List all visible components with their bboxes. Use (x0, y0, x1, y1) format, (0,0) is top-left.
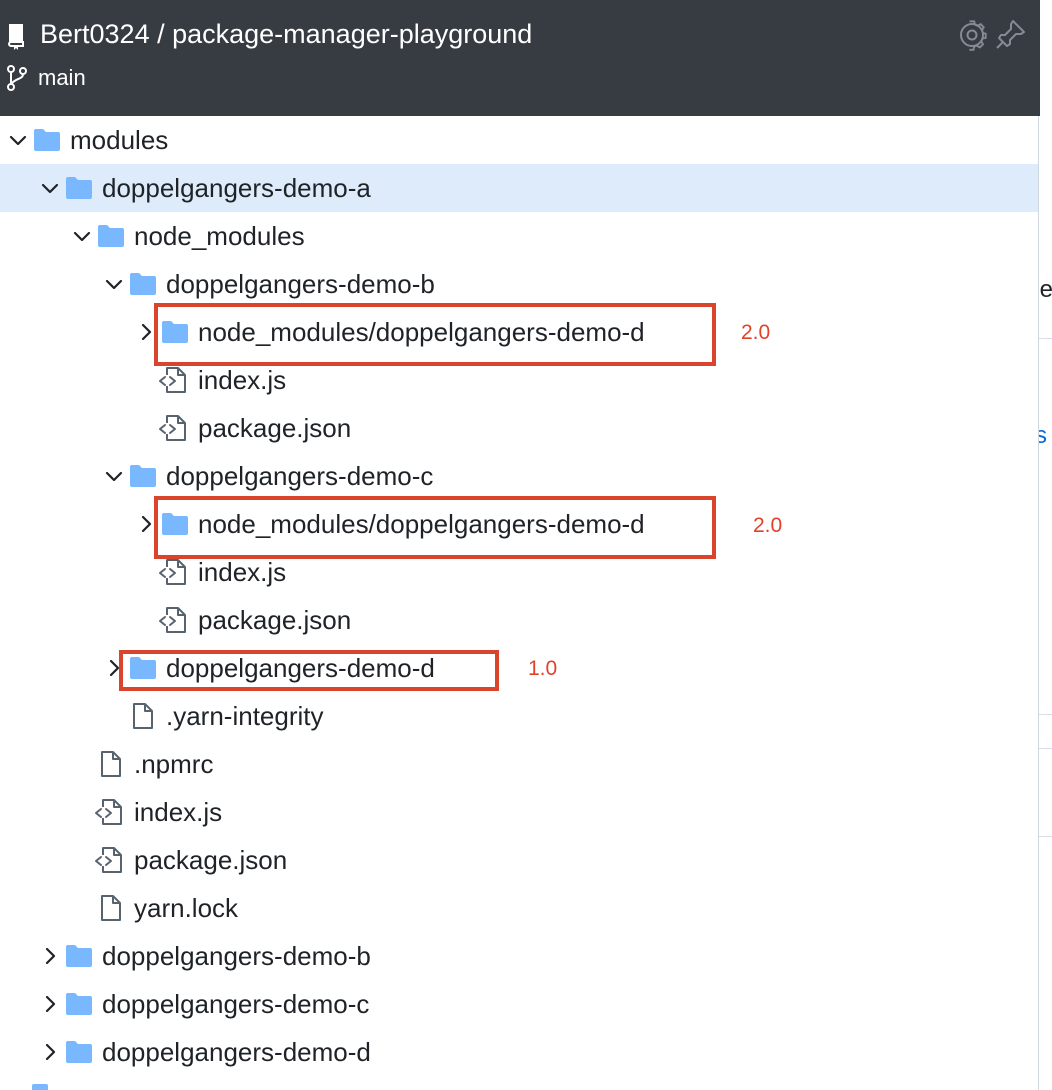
code-file-icon (158, 366, 188, 394)
folder-icon (129, 463, 157, 489)
tree-item-label: package.json (198, 413, 352, 443)
repo-title[interactable]: Bert0324 / package-manager-playground (40, 19, 532, 50)
highlight-box (154, 303, 716, 366)
tree-folder-row[interactable]: doppelgangers-demo-c (0, 980, 1038, 1028)
tree-file-row[interactable]: yarn.lock (0, 884, 1038, 932)
folder-icon (65, 1039, 93, 1065)
tree-item-label: modules (70, 125, 169, 155)
tree-file-row[interactable]: package.json (0, 596, 1038, 644)
chevron-right-icon[interactable] (136, 322, 156, 342)
tree-item-label: doppelgangers-demo-d (102, 1037, 371, 1067)
tree-file-row[interactable]: index.js (0, 788, 1038, 836)
tree-folder-row[interactable]: doppelgangers-demo-a (0, 164, 1038, 212)
tree-file-row[interactable]: .npmrc (0, 740, 1038, 788)
chevron-down-icon[interactable] (104, 466, 124, 486)
folder-icon (129, 271, 157, 297)
chevron-right-icon[interactable] (136, 514, 156, 534)
folder-icon (97, 223, 125, 249)
tree-file-row[interactable]: package.json (0, 404, 1038, 452)
repo-header: Bert0324 / package-manager-playground ma… (0, 0, 1040, 116)
gear-icon[interactable] (956, 19, 988, 51)
code-file-icon (94, 798, 124, 826)
code-file-icon (158, 414, 188, 442)
tree-item-label: doppelgangers-demo-c (102, 989, 370, 1019)
branch-name[interactable]: main (38, 65, 86, 91)
chevron-down-icon[interactable] (72, 226, 92, 246)
tree-file-row[interactable]: .yarn-integrity (0, 692, 1038, 740)
tree-item-label: yarn.lock (134, 893, 239, 923)
highlight-box (119, 650, 499, 691)
folder-icon (65, 175, 93, 201)
tree-folder-row[interactable]: doppelgangers-demo-b (0, 260, 1038, 308)
tree-item-label: doppelgangers-demo-c (166, 461, 434, 491)
tree-item-label: .yarn-integrity (166, 701, 324, 731)
pin-icon[interactable] (995, 18, 1027, 50)
file-icon (100, 894, 122, 922)
folder-icon (33, 127, 61, 153)
folder-icon (65, 991, 93, 1017)
branch-icon (6, 65, 28, 96)
folder-icon (65, 943, 93, 969)
tree-folder-row[interactable]: modules (0, 116, 1038, 164)
right-panel: oje s (1038, 116, 1052, 1090)
tree-item-label: package.json (198, 605, 352, 635)
tree-item-label: node_modules (134, 221, 305, 251)
chevron-right-icon[interactable] (40, 994, 60, 1014)
chevron-down-icon[interactable] (8, 130, 28, 150)
divider (1039, 338, 1052, 339)
tree-item-label: package.json (134, 845, 288, 875)
tree-folder-row[interactable]: node_modules (0, 212, 1038, 260)
tree-item-label: doppelgangers-demo-a (102, 173, 371, 203)
file-icon (100, 750, 122, 778)
tree-folder-row[interactable]: doppelgangers-demo-b (0, 932, 1038, 980)
chevron-right-icon[interactable] (40, 1042, 60, 1062)
right-panel-text-fragment: oje (1039, 276, 1052, 303)
tree-item-label: doppelgangers-demo-b (102, 941, 371, 971)
code-file-icon (158, 606, 188, 634)
chevron-right-icon[interactable] (40, 946, 60, 966)
right-panel-link-fragment[interactable]: s (1039, 422, 1047, 450)
repo-icon (6, 22, 26, 55)
code-file-icon (94, 846, 124, 874)
tree-folder-row[interactable]: doppelgangers-demo-c (0, 452, 1038, 500)
version-annotation: 1.0 (528, 657, 558, 680)
highlight-box (154, 496, 716, 559)
folder-icon-partial (32, 1084, 48, 1090)
version-annotation: 2.0 (741, 321, 771, 344)
divider (1039, 836, 1052, 837)
tree-item-label: .npmrc (134, 749, 214, 779)
version-annotation: 2.0 (753, 514, 783, 537)
chevron-down-icon[interactable] (104, 274, 124, 294)
tree-folder-row[interactable]: doppelgangers-demo-d (0, 1028, 1038, 1076)
tree-file-row[interactable]: package.json (0, 836, 1038, 884)
divider (1039, 714, 1052, 715)
divider (1039, 748, 1052, 749)
file-icon (132, 702, 154, 730)
code-file-icon (158, 558, 188, 586)
chevron-down-icon[interactable] (40, 178, 60, 198)
tree-item-label: index.js (134, 797, 223, 827)
tree-item-label: doppelgangers-demo-b (166, 269, 435, 299)
